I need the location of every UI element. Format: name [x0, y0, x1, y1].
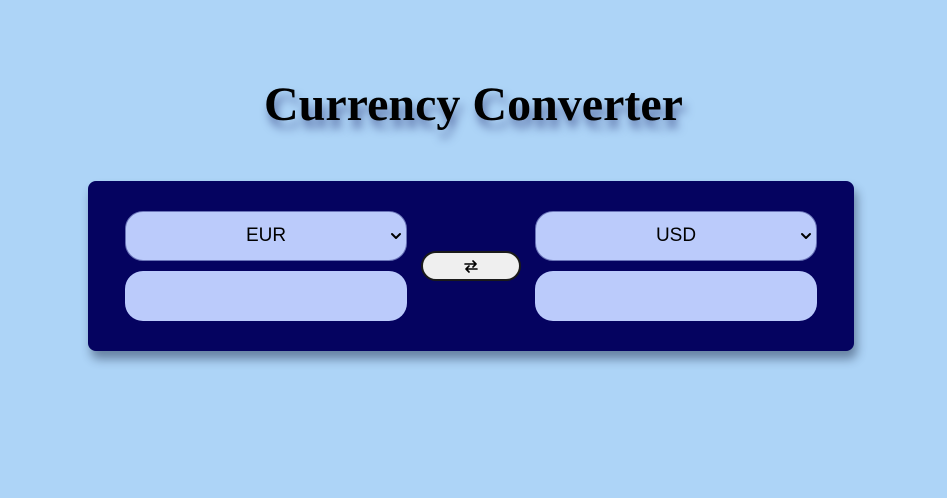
from-currency-value: EUR [245, 225, 287, 246]
page-title: Currency Converter [264, 78, 683, 131]
swap-button[interactable] [421, 251, 521, 281]
chevron-down-icon [801, 233, 811, 239]
to-amount-input[interactable] [535, 271, 817, 321]
chevron-down-icon [391, 233, 401, 239]
converter-panel: EUR USD [88, 181, 854, 351]
from-amount-input[interactable] [125, 271, 407, 321]
to-currency-value: USD [655, 225, 697, 246]
to-currency-select[interactable]: USD [535, 211, 817, 261]
swap-arrows-icon [464, 259, 478, 273]
from-currency-select[interactable]: EUR [125, 211, 407, 261]
